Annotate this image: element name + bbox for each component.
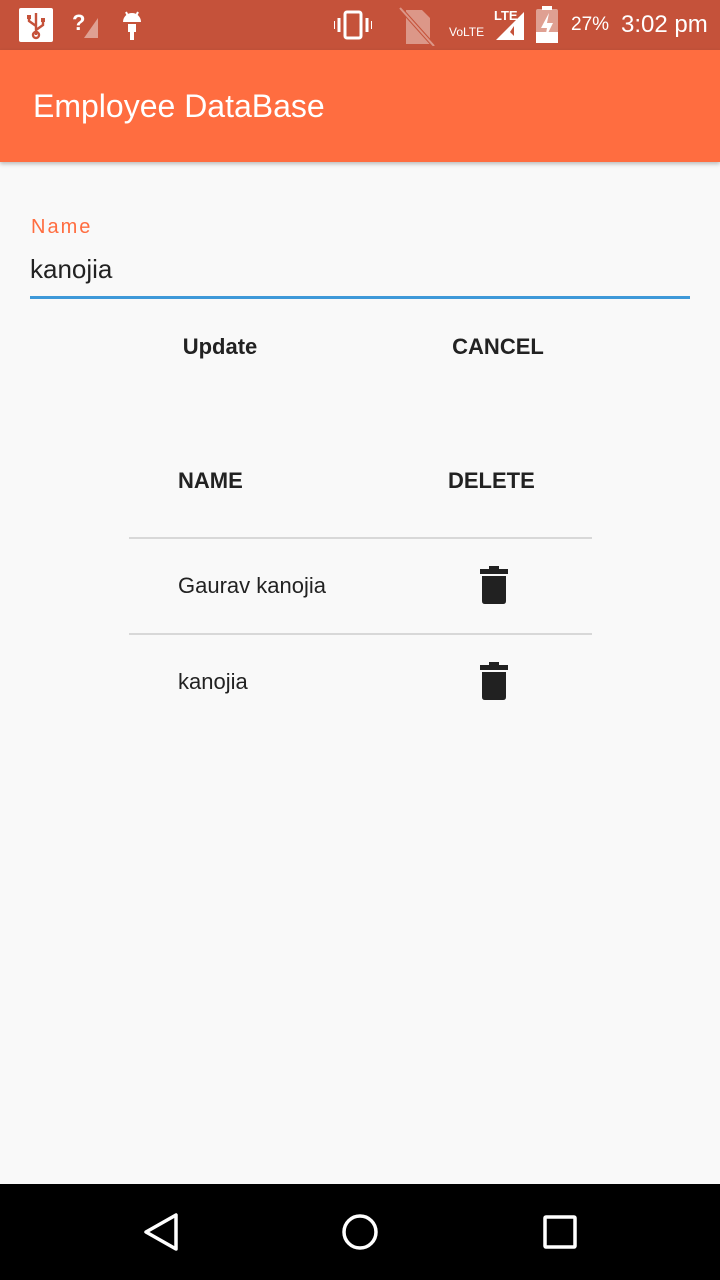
battery-percent: 27% — [571, 14, 610, 35]
update-button[interactable]: Update — [150, 325, 290, 369]
back-icon[interactable] — [142, 1212, 180, 1252]
cancel-button[interactable]: CANCEL — [430, 325, 566, 369]
page-title: Employee DataBase — [33, 88, 325, 124]
trash-icon[interactable] — [480, 566, 508, 604]
vibrate-icon — [334, 10, 372, 40]
column-header-name: NAME — [178, 468, 243, 493]
volte-label: VoLTE — [449, 25, 485, 39]
no-sim-icon — [398, 6, 436, 46]
battery-charging-icon — [536, 6, 558, 43]
no-signal-icon: ? — [72, 10, 98, 38]
usb-icon — [19, 8, 53, 42]
name-field[interactable] — [30, 243, 690, 295]
home-icon[interactable] — [341, 1212, 379, 1252]
name-field-underline — [30, 296, 690, 299]
employee-name: kanojia — [178, 669, 248, 694]
recents-icon[interactable] — [542, 1212, 578, 1252]
svg-text:?: ? — [72, 10, 85, 35]
trash-icon[interactable] — [480, 662, 508, 700]
column-header-delete: DELETE — [448, 468, 535, 493]
clock: 3:02 pm — [621, 11, 708, 38]
table-row: kanojia — [129, 635, 592, 729]
navigation-bar — [0, 1184, 720, 1280]
table-row: Gaurav kanojia — [129, 539, 592, 633]
status-bar: ? VoLTE LTE 27% 3:02 pm — [0, 0, 720, 50]
android-debug-icon — [123, 11, 141, 40]
lte-signal-icon — [496, 12, 524, 40]
name-field-label: Name — [31, 216, 93, 238]
employee-name: Gaurav kanojia — [178, 573, 326, 598]
app-bar: Employee DataBase — [0, 50, 720, 162]
